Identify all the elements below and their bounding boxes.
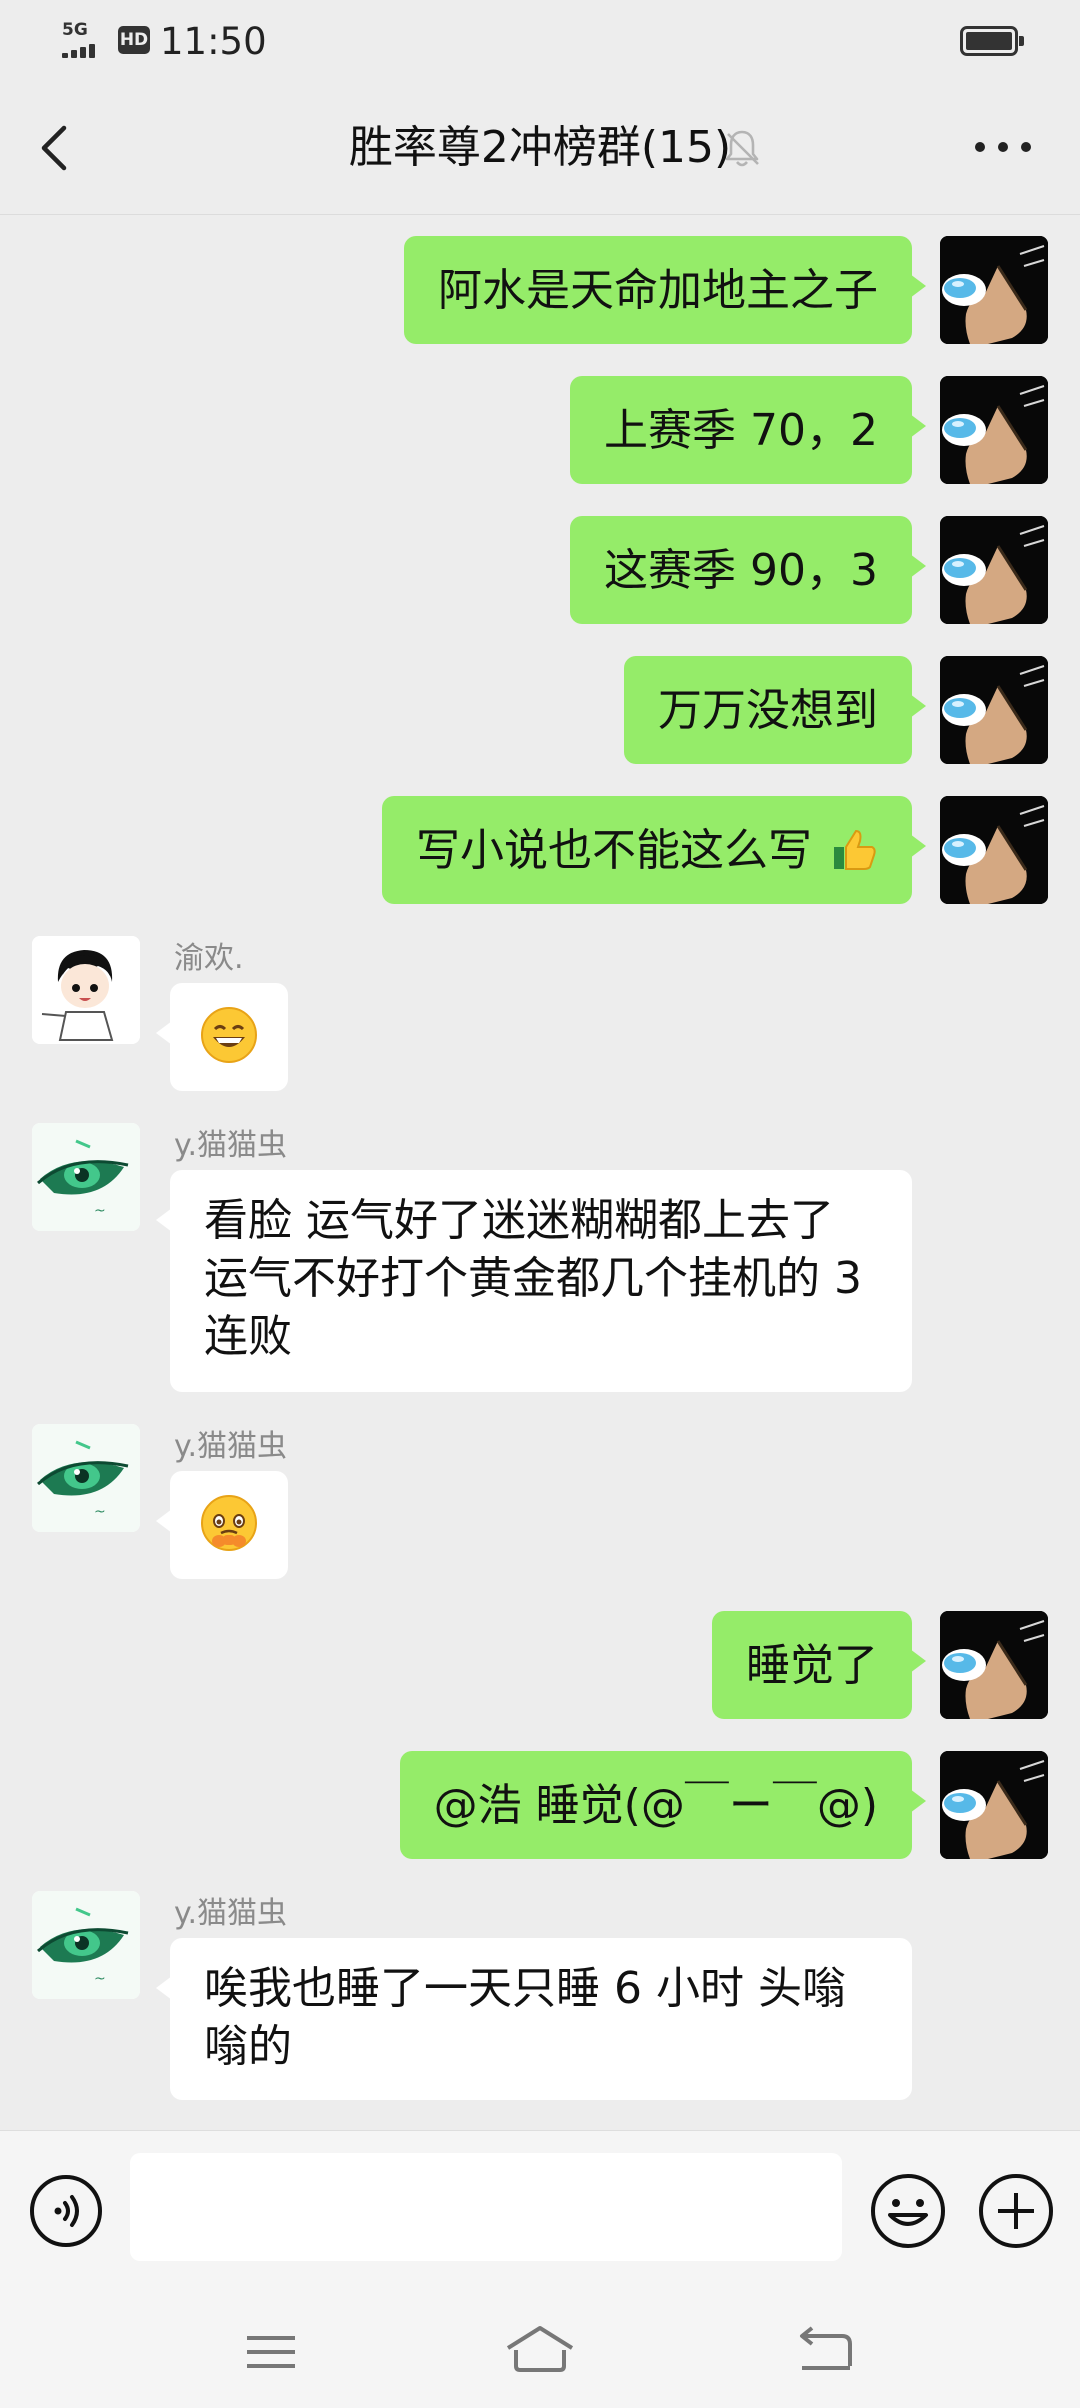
message-bubble[interactable] [156,983,288,1091]
message-text: @浩 睡觉(@￣ー￣@) [433,1780,878,1831]
message-line: 运气不好打个黄金都几个挂机的 3 [204,1253,862,1304]
message-bubble[interactable]: 上赛季 70，2 [570,376,926,484]
voice-button[interactable] [28,2173,104,2249]
mute-bell-icon [720,126,764,170]
menu-button[interactable] [231,2316,311,2386]
system-back-button[interactable] [784,2316,864,2386]
message-text: 上赛季 70，2 [604,405,878,456]
chat-header: 胜率尊2冲榜群(15) [0,82,1080,215]
message-bubble[interactable]: 这赛季 90，3 [570,516,926,624]
message-bubble[interactable]: 写小说也不能这么写 [382,796,926,904]
sender-name: y.猫猫虫 [174,1128,288,1163]
sender-name: y.猫猫虫 [174,1429,288,1464]
message-list[interactable]: 阿水是天命加地主之子 上赛季 70，2 这赛季 90，3 万万没想到 写小说也不… [0,215,1080,2130]
sender-name: 渝欢. [174,941,244,976]
message-text: 这赛季 90，3 [604,545,878,596]
home-icon [506,2326,574,2372]
plus-icon [979,2174,1053,2248]
contact-avatar[interactable] [32,1123,140,1231]
message-line: 连败 [204,1311,292,1362]
emoji-button[interactable] [868,2171,948,2251]
message-bubble[interactable]: 阿水是天命加地主之子 [404,236,926,344]
message-bubble[interactable]: 看脸 运气好了迷迷糊糊都上去了 运气不好打个黄金都几个挂机的 3 连败 [156,1170,912,1392]
my-avatar[interactable] [940,236,1048,344]
signal-icon [62,42,106,58]
my-avatar[interactable] [940,796,1048,904]
message-bubble[interactable]: @浩 睡觉(@￣ー￣@) [399,1751,927,1859]
my-avatar[interactable] [940,516,1048,624]
contact-avatar[interactable] [32,936,140,1044]
more-dots-icon [975,142,1031,152]
message-text: 万万没想到 [658,685,878,736]
battery-icon [960,26,1024,56]
message-text: 写小说也不能这么写 [416,825,812,876]
clock: 11:50 [160,20,267,63]
my-avatar[interactable] [940,1751,1048,1859]
message-bubble[interactable]: 唉我也睡了一天只睡 6 小时 头嗡 嗡的 [156,1938,912,2100]
hd-badge: HD [118,26,150,54]
message-bubble[interactable]: 万万没想到 [624,656,926,764]
system-nav-bar [0,2290,1080,2408]
message-bubble[interactable] [156,1471,288,1579]
contact-avatar[interactable] [32,1424,140,1532]
menu-icon [247,2336,295,2368]
message-text: 阿水是天命加地主之子 [438,265,878,316]
network-type: 5G [62,20,88,40]
my-avatar[interactable] [940,376,1048,484]
message-text: 睡觉了 [746,1640,878,1691]
back-arrow-icon [800,2326,852,2370]
message-line: 嗡的 [204,2021,292,2072]
voice-icon [30,2175,102,2247]
input-bar [0,2130,1080,2291]
my-avatar[interactable] [940,1611,1048,1719]
face-holding-back-tears-icon [199,1493,259,1553]
status-bar: 5G HD 11:50 [0,0,1080,82]
message-bubble[interactable]: 睡觉了 [712,1611,926,1719]
my-avatar[interactable] [940,656,1048,764]
more-options-button[interactable] [968,122,1038,172]
chat-title[interactable]: 胜率尊2冲榜群(15) [349,122,731,173]
home-button[interactable] [500,2316,580,2386]
message-line: 看脸 运气好了迷迷糊糊都上去了 [204,1195,834,1246]
smiley-icon [871,2174,945,2248]
sender-name: y.猫猫虫 [174,1896,288,1931]
more-features-button[interactable] [976,2171,1056,2251]
message-line: 唉我也睡了一天只睡 6 小时 头嗡 [204,1963,846,2014]
message-input[interactable] [130,2153,842,2261]
thumbs-up-icon [830,825,878,888]
contact-avatar[interactable] [32,1891,140,1999]
grinning-face-icon [199,1005,259,1065]
